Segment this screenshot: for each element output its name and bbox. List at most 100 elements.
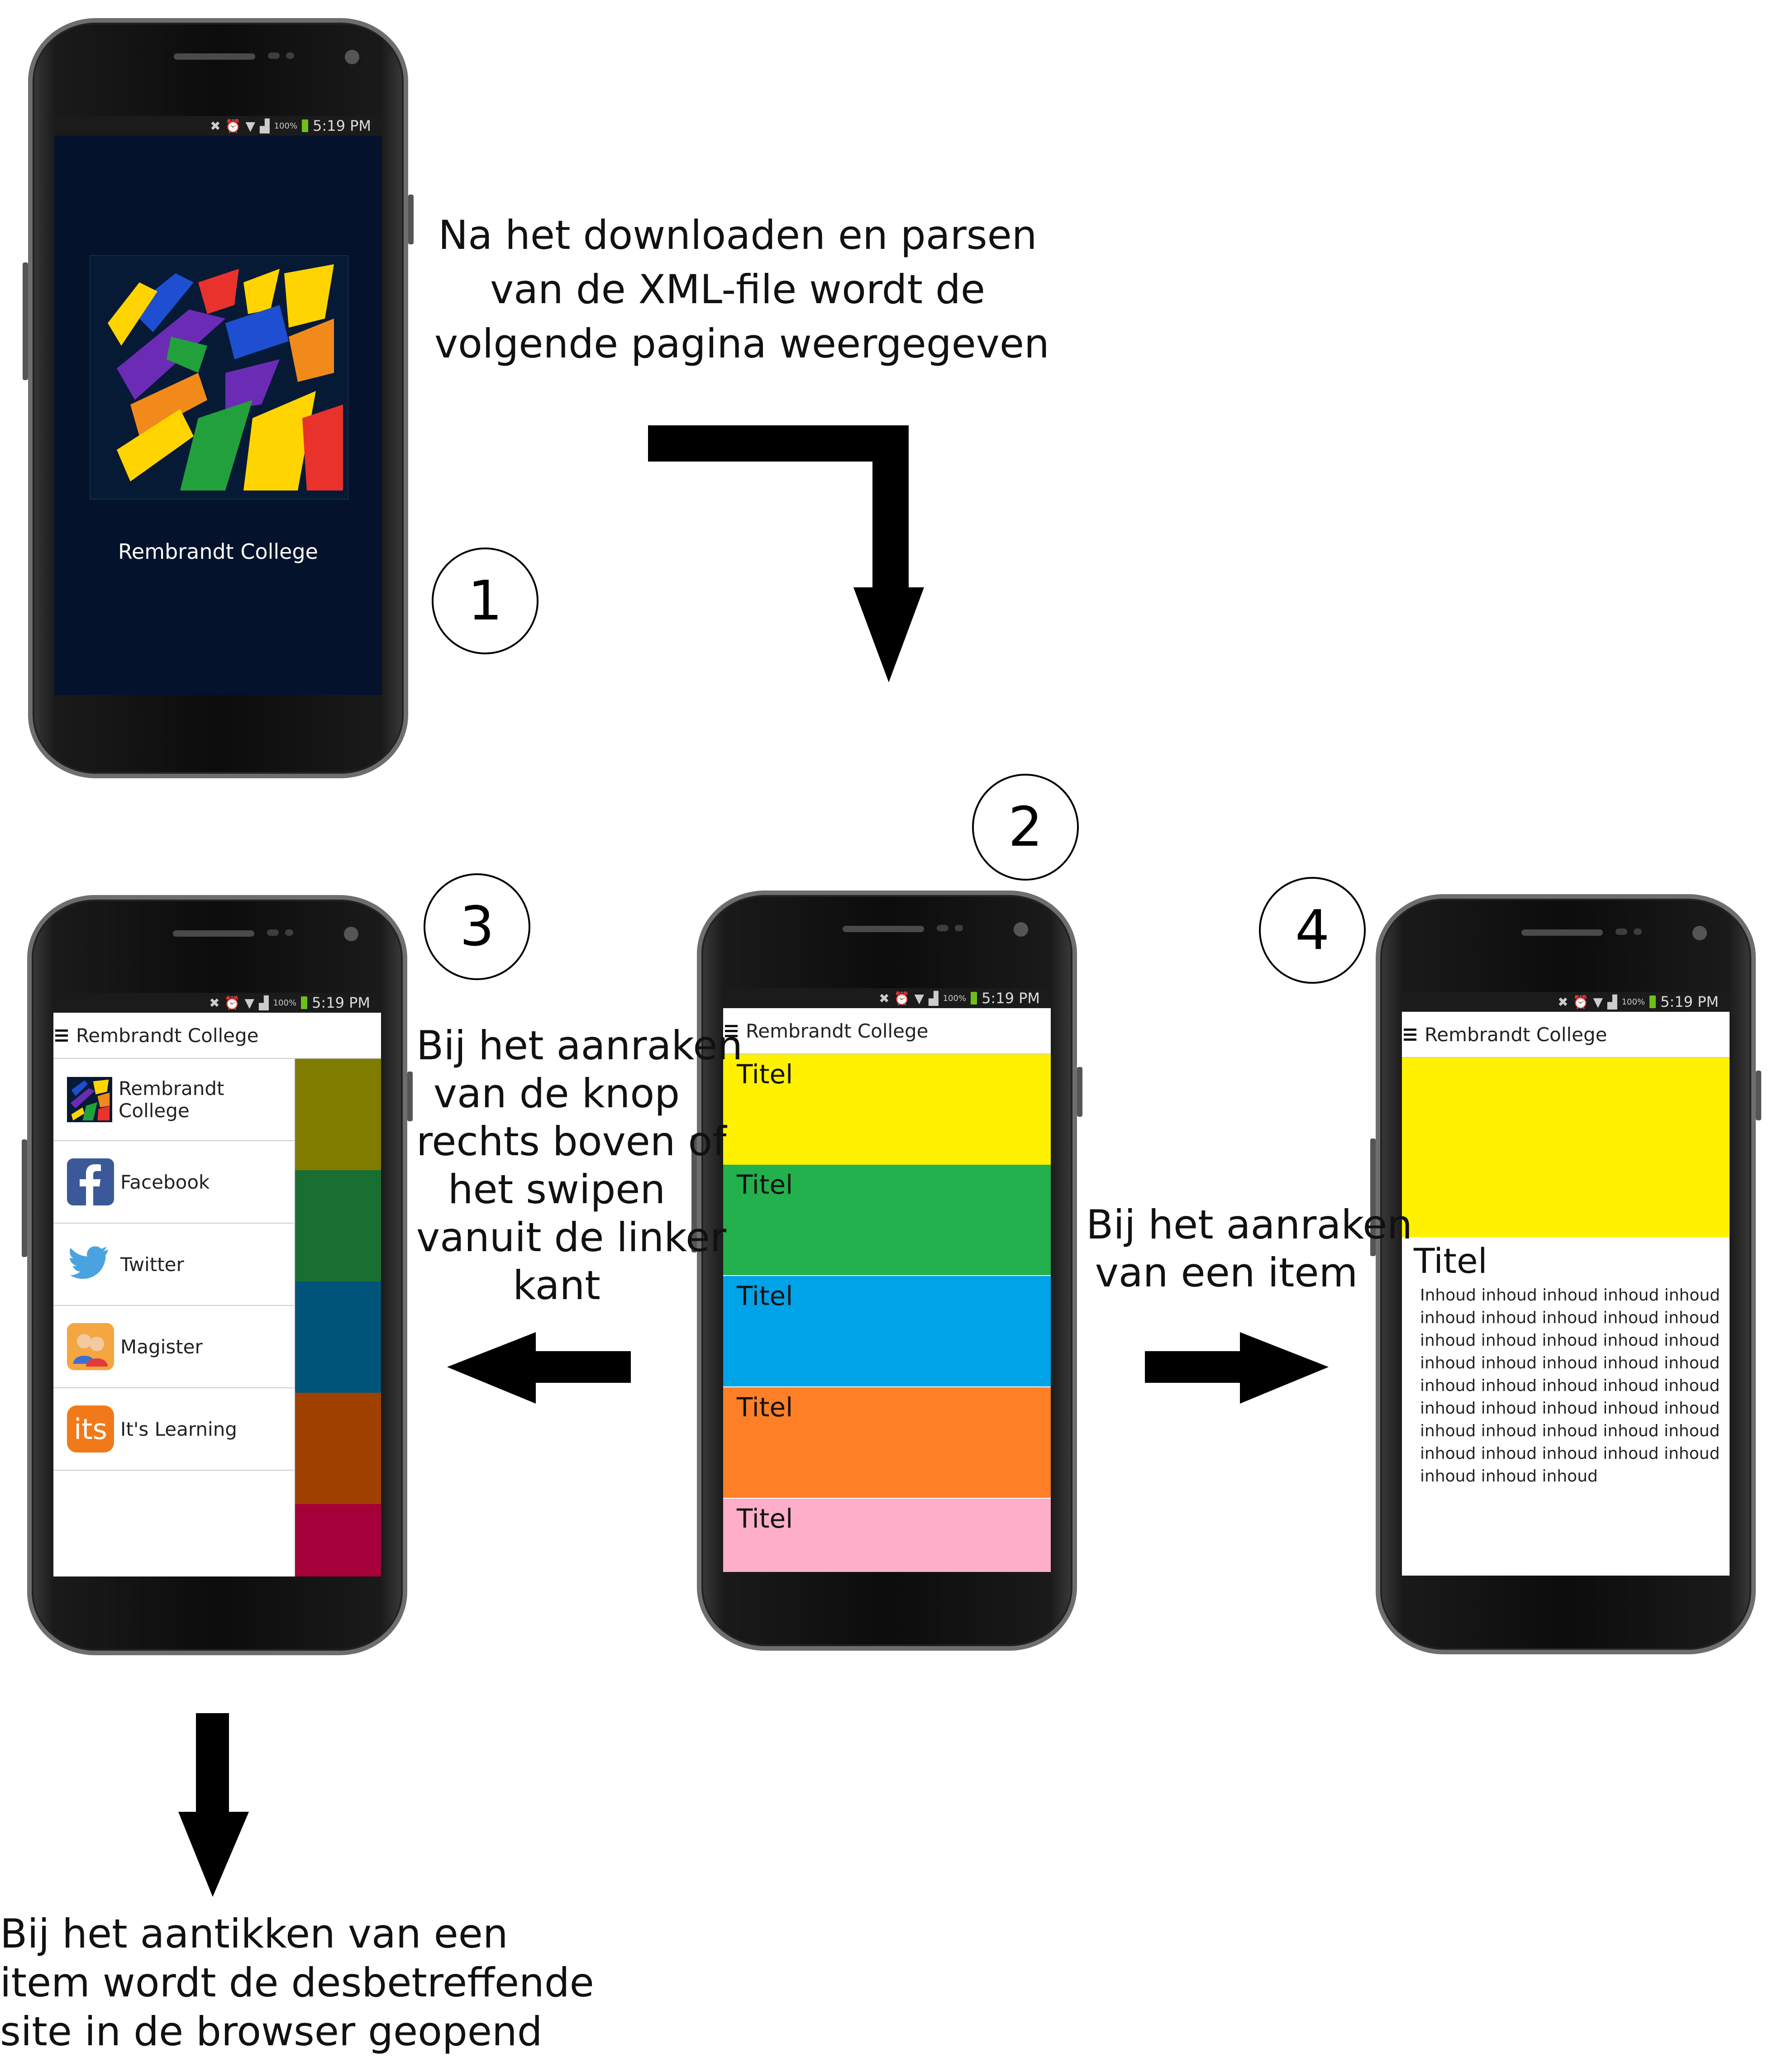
detail-body-line: inhoud inhoud inhoud inhoud inhoud [1420,1376,1720,1395]
sensor [1634,929,1642,935]
drawer-item-label: It's Learning [120,1418,237,1440]
alarm-icon: ⏰ [1573,994,1589,1010]
mute-icon: ✖ [209,995,220,1010]
speaker-grille [173,930,254,937]
battery-icon [1649,995,1656,1008]
itslearning-icon: its [67,1405,114,1453]
drawer-item-rembrandt-college[interactable]: Rembrandt College [53,1059,294,1141]
detail-title: Titel [1414,1241,1487,1281]
drawer-item-label: Twitter [120,1253,184,1276]
sensor [267,929,279,936]
detail-body-line: inhoud inhoud inhoud inhoud inhoud [1420,1399,1720,1418]
wifi-icon: ▼ [244,995,255,1010]
sensor [285,929,293,936]
mute-icon: ✖ [879,991,890,1006]
front-camera [344,927,358,941]
detail-body-line: inhoud inhoud inhoud inhoud inhoud [1420,1331,1720,1350]
caption-line: van een item [1095,1249,1358,1296]
signal-icon: ▟ [929,991,939,1006]
caption-line: site in de browser geopend [0,2008,543,2055]
battery-icon [301,996,308,1009]
battery-percent: 100% [274,121,298,131]
detail-body-line: inhoud inhoud inhoud inhoud inhoud [1420,1309,1720,1327]
detail-body: Inhoud inhoud inhoud inhoud inhoud inhoud… [1420,1284,1720,1488]
hamburger-menu-icon[interactable] [55,1029,68,1042]
list-item-title: Titel [737,1503,793,1534]
caption-line: Bij het aanraken [1086,1201,1413,1248]
signal-icon: ▟ [1607,994,1617,1010]
splash-label: Rembrandt College [118,539,318,564]
detail-body-line: inhoud inhoud inhoud inhoud inhoud [1420,1444,1720,1463]
app-title: Rembrandt College [746,1019,929,1042]
caption-right: Bij het aanraken van een item [1086,1201,1413,1297]
status-bar: ✖ ⏰ ▼ ▟ 100% 5:19 PM [54,116,382,136]
volume-button [23,262,28,380]
sensor [286,52,294,59]
background-tile [294,1170,381,1281]
caption-line: van de knop [433,1070,680,1117]
mute-icon: ✖ [1558,994,1568,1010]
arrow-left [447,1332,631,1404]
detail-body-line: inhoud inhoud inhoud inhoud inhoud [1420,1354,1720,1372]
list-item[interactable]: Titel [723,1387,1051,1498]
screen: ✖ ⏰ ▼ ▟ 100% 5:19 PM Rembrandt College [54,116,382,695]
power-button [408,195,414,244]
alarm-icon: ⏰ [225,118,241,133]
drawer-item-twitter[interactable]: Twitter [53,1224,294,1306]
arrow-down [178,1713,249,1897]
sensor [1616,929,1627,935]
power-button [1756,1071,1761,1120]
status-bar: ✖ ⏰ ▼ ▟ 100% 5:19 PM [723,988,1051,1008]
caption-line: item wordt de desbetreffende [0,1959,594,2006]
list-item[interactable]: Titel [723,1276,1051,1386]
caption-line: het swipen [448,1166,666,1213]
clock: 5:19 PM [1660,993,1719,1010]
drawer-item-label: Facebook [120,1171,210,1193]
facebook-icon [67,1158,114,1205]
list-item[interactable]: Titel [723,1165,1051,1275]
caption-line: Bij het aanraken [416,1022,743,1069]
speaker-grille [1521,929,1603,936]
caption-line: vanuit de linker [416,1214,727,1261]
wifi-icon: ▼ [245,118,256,133]
drawer-item-magister[interactable]: Magister [53,1306,294,1388]
front-camera [1014,922,1028,937]
phone-list: ✖ ⏰ ▼ ▟ 100% 5:19 PM Rembrandt College T… [691,891,1082,1651]
app-bar: Rembrandt College [723,1008,1051,1054]
power-button [407,1072,413,1121]
battery-icon [971,992,977,1005]
phone-detail: ✖ ⏰ ▼ ▟ 100% 5:19 PM Rembrandt College T… [1370,894,1761,1654]
drawer-item-its-learning[interactable]: its It's Learning [53,1388,294,1471]
caption-line: Bij het aantikken van een [0,1910,508,1957]
clock: 5:19 PM [313,117,371,134]
screen: ✖ ⏰ ▼ ▟ 100% 5:19 PM Rembrandt College T… [1402,992,1730,1576]
caption-line: rechts boven of [416,1118,727,1165]
front-camera [1692,926,1707,940]
screen: ✖ ⏰ ▼ ▟ 100% 5:19 PM Rembrandt College T… [723,988,1051,1572]
step-number-3: 3 [424,873,530,980]
alarm-icon: ⏰ [224,995,240,1010]
alarm-icon: ⏰ [894,991,910,1006]
school-logo-icon [67,1077,112,1122]
speaker-grille [174,53,255,60]
list-item[interactable]: Titel [723,1499,1051,1572]
hamburger-menu-icon[interactable] [1404,1028,1416,1041]
step-number-1: 1 [432,548,539,654]
sensor [937,925,948,931]
caption-bottom: Bij het aantikken van een item wordt de … [0,1910,594,2056]
drawer-item-label: Rembrandt College [119,1077,224,1122]
list-item[interactable]: Titel [723,1054,1051,1165]
caption-left: Bij het aanraken van de knop rechts bove… [416,1022,743,1310]
wifi-icon: ▼ [1593,994,1603,1010]
front-camera [345,50,359,64]
list-item-title: Titel [737,1169,793,1200]
caption-line: volgende pagina weergegeven [434,320,1049,367]
app-title: Rembrandt College [1425,1023,1607,1046]
drawer-item-facebook[interactable]: Facebook [53,1141,294,1224]
battery-percent: 100% [943,993,967,1003]
list-item-title: Titel [737,1392,793,1423]
screen: ✖ ⏰ ▼ ▟ 100% 5:19 PM Rembrandt College R… [53,993,381,1576]
arrow-bent-down [648,425,924,682]
background-tile [294,1504,381,1576]
signal-icon: ▟ [260,118,270,133]
